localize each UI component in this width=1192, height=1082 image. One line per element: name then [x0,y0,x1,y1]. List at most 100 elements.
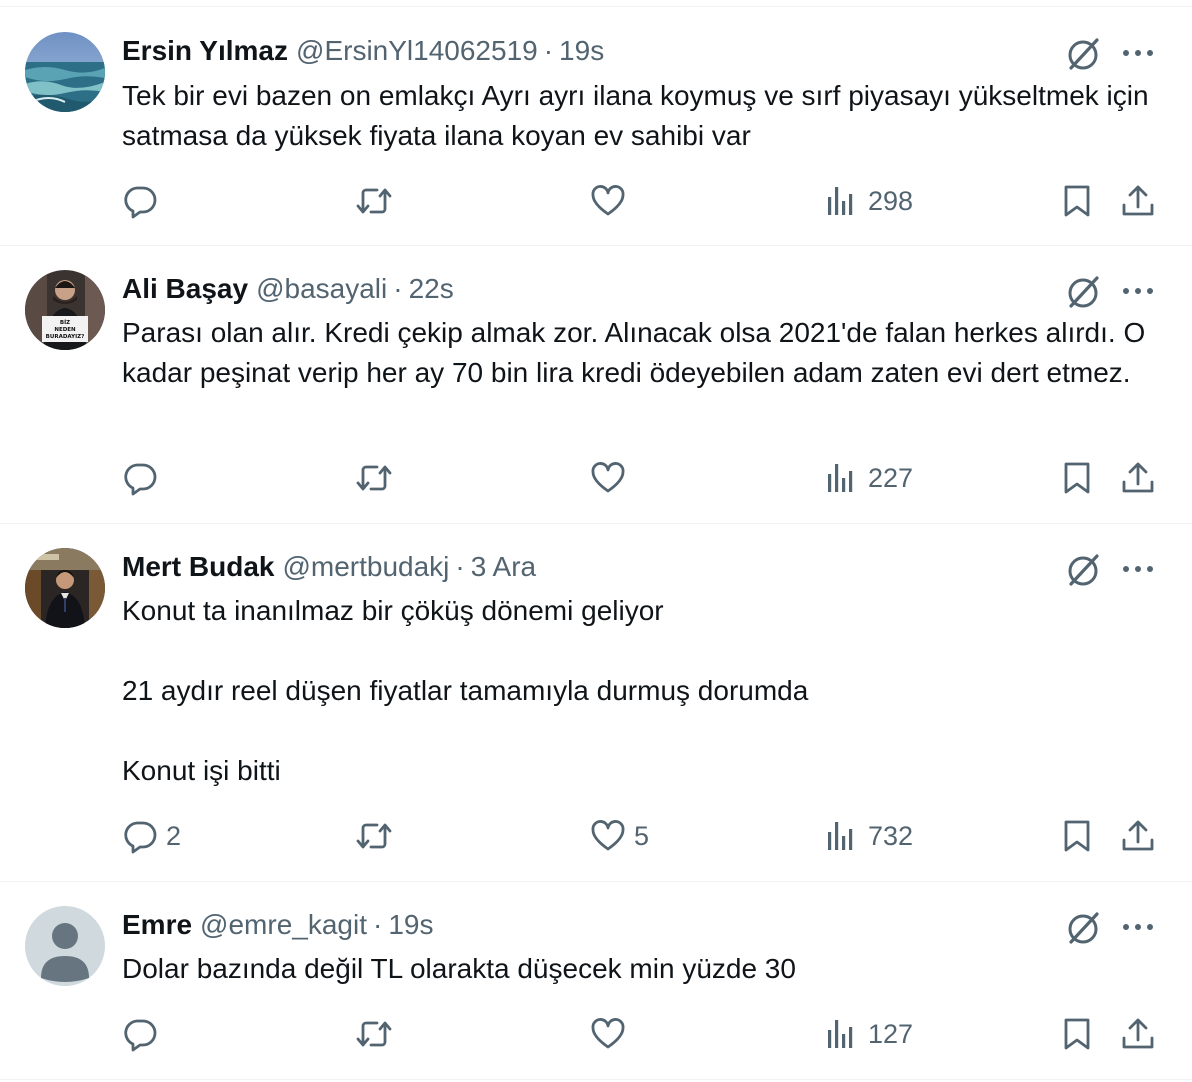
reply-button[interactable] [122,460,170,496]
reply-icon [124,463,157,496]
tweet-header: Emre @emre_kagit · 19s [122,907,433,943]
bookmark-button[interactable] [1061,1016,1093,1052]
views-icon [828,464,853,492]
share-button[interactable] [1120,1016,1156,1052]
author-name[interactable]: Emre [122,909,192,941]
views-button[interactable]: 227 [826,460,913,496]
avatar[interactable] [25,548,105,628]
tweet-text-line: Parası olan alır. Kredi çekip almak zor.… [122,317,1146,388]
author-name[interactable]: Ali Başay [122,273,248,305]
retweet-icon [356,1021,392,1047]
views-button[interactable]: 732 [826,818,913,854]
views-icon [828,187,853,215]
share-button[interactable] [1120,183,1156,219]
separator-dot: · [372,909,383,940]
like-button[interactable] [590,460,638,496]
tweet-text-line: Dolar bazında değil TL olarakta düşecek … [122,953,796,984]
share-button[interactable] [1120,460,1156,496]
timestamp[interactable]: 22s [409,273,454,305]
views-button[interactable]: 127 [826,1016,913,1052]
tweet[interactable]: BİZ NEDEN BURADAYIZ? Ali Başay @basayali… [0,246,1192,524]
separator-dot: · [393,273,403,304]
share-icon [1122,820,1154,851]
tweet-text-line: 21 aydır reel düşen fiyatlar tamamıyla d… [122,675,809,706]
views-icon [828,822,853,850]
bookmark-button[interactable] [1061,183,1093,219]
timestamp[interactable]: 3 Ara [471,551,536,583]
bookmark-button[interactable] [1061,460,1093,496]
tweet[interactable]: Ersin Yılmaz @ErsinYl14062519 · 19s Tek … [0,7,1192,246]
like-icon [591,185,625,216]
more-icon[interactable] [1121,920,1155,932]
views-count: 298 [868,185,914,216]
share-button[interactable] [1120,818,1156,854]
author-handle[interactable]: @basayali [256,273,387,305]
views-count: 127 [868,1018,914,1049]
reply-button[interactable]: 2 [122,818,181,854]
svg-text:BİZ: BİZ [60,319,70,326]
svg-text:BURADAYIZ?: BURADAYIZ? [46,334,85,340]
retweet-icon [356,465,392,491]
reply-icon [124,1019,157,1052]
avatar[interactable] [25,906,105,986]
separator-dot: · [455,551,465,582]
tweet-header: Mert Budak @mertbudakj · 3 Ara [122,549,536,585]
reply-button[interactable] [122,1016,170,1052]
top-divider [0,0,1192,7]
timestamp[interactable]: 19s [559,35,604,67]
reply-button[interactable] [122,183,170,219]
more-icon[interactable] [1121,46,1155,58]
tweet-text: Parası olan alır. Kredi çekip almak zor.… [122,313,1152,393]
more-icon[interactable] [1121,284,1155,296]
grok-icon[interactable] [1065,909,1103,947]
views-button[interactable]: 298 [826,183,913,219]
tweet-text-line: Konut ta inanılmaz bir çöküş dönemi geli… [122,595,664,626]
share-icon [1122,1018,1154,1049]
tweet-header: Ali Başay @basayali · 22s [122,271,454,307]
retweet-icon [356,823,392,849]
like-icon [591,1018,625,1049]
reply-icon [124,186,157,219]
retweet-button[interactable] [355,818,393,854]
author-name[interactable]: Ersin Yılmaz [122,35,288,67]
reply-count: 2 [166,820,182,851]
bookmark-icon [1064,185,1090,217]
tweet-text: Tek bir evi bazen on emlakçı Ayrı ayrı i… [122,76,1152,156]
tweet-header: Ersin Yılmaz @ErsinYl14062519 · 19s [122,33,604,69]
svg-text:NEDEN: NEDEN [54,327,76,333]
tweet-text: Dolar bazında değil TL olarakta düşecek … [122,949,1152,989]
views-count: 227 [868,462,914,493]
retweet-button[interactable] [355,1016,393,1052]
author-handle[interactable]: @ErsinYl14062519 [296,35,538,67]
tweet[interactable]: Mert Budak @mertbudakj · 3 Ara Konut ta … [0,524,1192,882]
tweet-text-line: Konut işi bitti [122,755,281,786]
author-name[interactable]: Mert Budak [122,551,274,583]
tweet[interactable]: Emre @emre_kagit · 19s Dolar bazında değ… [0,882,1192,1080]
like-icon [591,820,625,851]
author-handle[interactable]: @mertbudakj [282,551,449,583]
views-icon [828,1020,853,1048]
like-button[interactable] [590,183,638,219]
reply-feed: Ersin Yılmaz @ErsinYl14062519 · 19s Tek … [0,0,1192,1082]
reply-icon [124,821,157,854]
author-handle[interactable]: @emre_kagit [200,909,367,941]
like-icon [591,462,625,493]
retweet-button[interactable] [355,460,393,496]
grok-icon[interactable] [1065,273,1103,311]
share-icon [1122,462,1154,493]
grok-icon[interactable] [1065,551,1103,589]
retweet-icon [356,188,392,214]
like-button[interactable]: 5 [590,818,649,854]
timestamp[interactable]: 19s [388,909,433,941]
bookmark-icon [1064,1018,1090,1050]
bookmark-button[interactable] [1061,818,1093,854]
avatar[interactable] [25,32,105,112]
more-icon[interactable] [1121,562,1155,574]
like-count: 5 [634,820,650,851]
grok-icon[interactable] [1065,35,1103,73]
retweet-button[interactable] [355,183,393,219]
like-button[interactable] [590,1016,638,1052]
avatar[interactable]: BİZ NEDEN BURADAYIZ? [25,270,105,350]
